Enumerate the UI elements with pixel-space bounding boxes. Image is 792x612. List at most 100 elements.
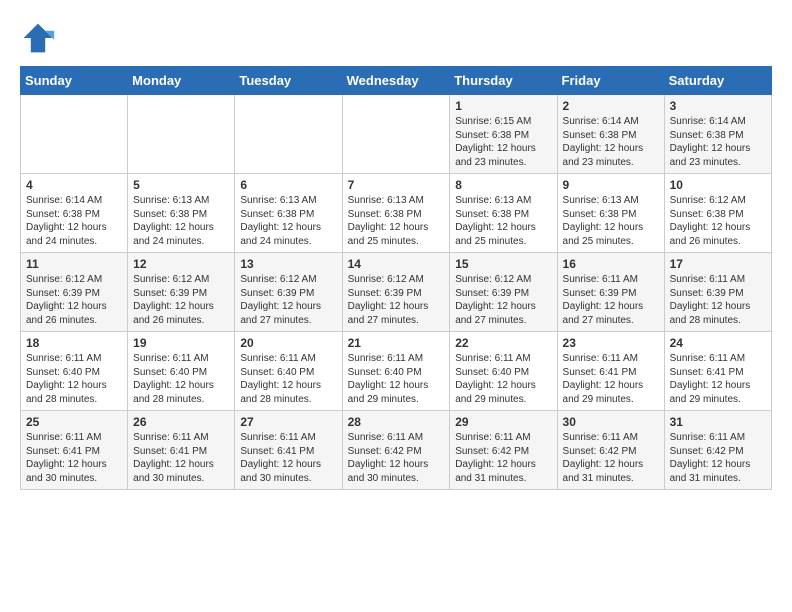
day-info: Sunrise: 6:12 AM Sunset: 6:39 PM Dayligh… bbox=[133, 273, 229, 327]
day-number: 7 bbox=[348, 178, 445, 192]
calendar-cell: 18 Sunrise: 6:11 AM Sunset: 6:40 PM Dayli… bbox=[21, 332, 128, 411]
day-info: Sunrise: 6:11 AM Sunset: 6:40 PM Dayligh… bbox=[348, 352, 445, 406]
day-number: 12 bbox=[133, 257, 229, 271]
calendar-cell: 5 Sunrise: 6:13 AM Sunset: 6:38 PM Daylig… bbox=[128, 174, 235, 253]
calendar-week-row: 1 Sunrise: 6:15 AM Sunset: 6:38 PM Daylig… bbox=[21, 95, 772, 174]
calendar-cell: 7 Sunrise: 6:13 AM Sunset: 6:38 PM Daylig… bbox=[342, 174, 450, 253]
calendar-table: SundayMondayTuesdayWednesdayThursdayFrid… bbox=[20, 66, 772, 490]
day-number: 25 bbox=[26, 415, 122, 429]
calendar-cell: 1 Sunrise: 6:15 AM Sunset: 6:38 PM Daylig… bbox=[450, 95, 557, 174]
calendar-cell: 25Sunrise: 6:11 AM Sunset: 6:41 PM Dayli… bbox=[21, 411, 128, 490]
day-number: 4 bbox=[26, 178, 122, 192]
calendar-cell: 13 Sunrise: 6:12 AM Sunset: 6:39 PM Dayli… bbox=[235, 253, 342, 332]
calendar-cell: 21 Sunrise: 6:11 AM Sunset: 6:40 PM Dayli… bbox=[342, 332, 450, 411]
calendar-cell: 19 Sunrise: 6:11 AM Sunset: 6:40 PM Dayli… bbox=[128, 332, 235, 411]
day-info: Sunrise: 6:15 AM Sunset: 6:38 PM Dayligh… bbox=[455, 115, 551, 169]
day-info: Sunrise: 6:12 AM Sunset: 6:39 PM Dayligh… bbox=[26, 273, 122, 327]
day-number: 17 bbox=[670, 257, 766, 271]
day-info: Sunrise: 6:11 AM Sunset: 6:40 PM Dayligh… bbox=[26, 352, 122, 406]
calendar-cell: 12 Sunrise: 6:12 AM Sunset: 6:39 PM Dayli… bbox=[128, 253, 235, 332]
day-info: Sunrise: 6:11 AM Sunset: 6:40 PM Dayligh… bbox=[455, 352, 551, 406]
day-info: Sunrise: 6:13 AM Sunset: 6:38 PM Dayligh… bbox=[563, 194, 659, 248]
day-info: Sunrise: 6:13 AM Sunset: 6:38 PM Dayligh… bbox=[133, 194, 229, 248]
calendar-cell: 28Sunrise: 6:11 AM Sunset: 6:42 PM Dayli… bbox=[342, 411, 450, 490]
day-info: Sunrise: 6:11 AM Sunset: 6:40 PM Dayligh… bbox=[133, 352, 229, 406]
calendar-cell: 27 Sunrise: 6:11 AM Sunset: 6:41 PM Dayli… bbox=[235, 411, 342, 490]
day-info: Sunrise: 6:11 AM Sunset: 6:42 PM Dayligh… bbox=[563, 431, 659, 485]
calendar-week-row: 25 Sunrise: 6:11 AM Sunset: 6:41 PM Dayli… bbox=[21, 411, 772, 490]
day-info: Sunrise: 6:13 AM Sunset: 6:38 PM Dayligh… bbox=[348, 194, 445, 248]
calendar-cell: 3 Sunrise: 6:14 AM Sunset: 6:38 PM Daylig… bbox=[664, 95, 771, 174]
day-info: Sunrise: 6:12 AM Sunset: 6:38 PM Dayligh… bbox=[670, 194, 766, 248]
calendar-cell: 15 Sunrise: 6:12 AM Sunset: 6:39 PM Dayli… bbox=[450, 253, 557, 332]
day-number: 13 bbox=[240, 257, 336, 271]
day-number: 26 bbox=[133, 415, 229, 429]
day-info: Sunrise: 6:14 AM Sunset: 6:38 PM Dayligh… bbox=[563, 115, 659, 169]
day-number: 23 bbox=[563, 336, 659, 350]
calendar-cell bbox=[128, 95, 235, 174]
day-header-tuesday: Tuesday bbox=[235, 67, 342, 95]
day-number: 21 bbox=[348, 336, 445, 350]
day-info: Sunrise: 6:11 AM Sunset: 6:41 PM Dayligh… bbox=[133, 431, 229, 485]
page-header bbox=[20, 20, 772, 56]
calendar-cell: 9 Sunrise: 6:13 AM Sunset: 6:38 PM Daylig… bbox=[557, 174, 664, 253]
logo bbox=[20, 20, 60, 56]
calendar-cell: 24 Sunrise: 6:11 AM Sunset: 6:41 PM Dayli… bbox=[664, 332, 771, 411]
calendar-cell: 10 Sunrise: 6:12 AM Sunset: 6:38 PM Dayli… bbox=[664, 174, 771, 253]
calendar-cell: 20Sunrise: 6:11 AM Sunset: 6:40 PM Dayli… bbox=[235, 332, 342, 411]
day-number: 16 bbox=[563, 257, 659, 271]
day-header-friday: Friday bbox=[557, 67, 664, 95]
calendar-cell bbox=[342, 95, 450, 174]
day-info: Sunrise: 6:11 AM Sunset: 6:41 PM Dayligh… bbox=[670, 352, 766, 406]
day-number: 6 bbox=[240, 178, 336, 192]
day-number: 30 bbox=[563, 415, 659, 429]
calendar-week-row: 11 Sunrise: 6:12 AM Sunset: 6:39 PM Dayli… bbox=[21, 253, 772, 332]
calendar-cell bbox=[21, 95, 128, 174]
day-number: 5 bbox=[133, 178, 229, 192]
calendar-cell: 11 Sunrise: 6:12 AM Sunset: 6:39 PM Dayli… bbox=[21, 253, 128, 332]
calendar-header-row: SundayMondayTuesdayWednesdayThursdayFrid… bbox=[21, 67, 772, 95]
logo-icon bbox=[20, 20, 56, 56]
day-number: 24 bbox=[670, 336, 766, 350]
day-info: Sunrise: 6:14 AM Sunset: 6:38 PM Dayligh… bbox=[26, 194, 122, 248]
day-number: 15 bbox=[455, 257, 551, 271]
calendar-cell: 23 Sunrise: 6:11 AM Sunset: 6:41 PM Dayli… bbox=[557, 332, 664, 411]
calendar-week-row: 4 Sunrise: 6:14 AM Sunset: 6:38 PM Daylig… bbox=[21, 174, 772, 253]
day-info: Sunrise: 6:11 AM Sunset: 6:41 PM Dayligh… bbox=[563, 352, 659, 406]
day-info: Sunrise: 6:12 AM Sunset: 6:39 PM Dayligh… bbox=[455, 273, 551, 327]
day-info: Sunrise: 6:11 AM Sunset: 6:40 PM Dayligh… bbox=[240, 352, 336, 406]
calendar-week-row: 18 Sunrise: 6:11 AM Sunset: 6:40 PM Dayli… bbox=[21, 332, 772, 411]
calendar-cell: 29Sunrise: 6:11 AM Sunset: 6:42 PM Dayli… bbox=[450, 411, 557, 490]
day-number: 27 bbox=[240, 415, 336, 429]
day-info: Sunrise: 6:11 AM Sunset: 6:41 PM Dayligh… bbox=[240, 431, 336, 485]
day-number: 10 bbox=[670, 178, 766, 192]
day-number: 29 bbox=[455, 415, 551, 429]
calendar-cell: 2Sunrise: 6:14 AM Sunset: 6:38 PM Daylig… bbox=[557, 95, 664, 174]
day-info: Sunrise: 6:13 AM Sunset: 6:38 PM Dayligh… bbox=[455, 194, 551, 248]
day-info: Sunrise: 6:11 AM Sunset: 6:39 PM Dayligh… bbox=[670, 273, 766, 327]
day-number: 9 bbox=[563, 178, 659, 192]
day-number: 11 bbox=[26, 257, 122, 271]
day-header-saturday: Saturday bbox=[664, 67, 771, 95]
day-number: 8 bbox=[455, 178, 551, 192]
day-header-monday: Monday bbox=[128, 67, 235, 95]
day-number: 1 bbox=[455, 99, 551, 113]
day-header-sunday: Sunday bbox=[21, 67, 128, 95]
day-number: 19 bbox=[133, 336, 229, 350]
calendar-cell: 31Sunrise: 6:11 AM Sunset: 6:42 PM Dayli… bbox=[664, 411, 771, 490]
day-number: 22 bbox=[455, 336, 551, 350]
calendar-cell: 30 Sunrise: 6:11 AM Sunset: 6:42 PM Dayli… bbox=[557, 411, 664, 490]
day-info: Sunrise: 6:11 AM Sunset: 6:42 PM Dayligh… bbox=[670, 431, 766, 485]
day-number: 3 bbox=[670, 99, 766, 113]
day-info: Sunrise: 6:11 AM Sunset: 6:42 PM Dayligh… bbox=[348, 431, 445, 485]
day-info: Sunrise: 6:11 AM Sunset: 6:39 PM Dayligh… bbox=[563, 273, 659, 327]
calendar-cell: 26 Sunrise: 6:11 AM Sunset: 6:41 PM Dayli… bbox=[128, 411, 235, 490]
day-number: 18 bbox=[26, 336, 122, 350]
calendar-cell: 17 Sunrise: 6:11 AM Sunset: 6:39 PM Dayli… bbox=[664, 253, 771, 332]
day-info: Sunrise: 6:12 AM Sunset: 6:39 PM Dayligh… bbox=[240, 273, 336, 327]
day-info: Sunrise: 6:12 AM Sunset: 6:39 PM Dayligh… bbox=[348, 273, 445, 327]
day-info: Sunrise: 6:13 AM Sunset: 6:38 PM Dayligh… bbox=[240, 194, 336, 248]
calendar-cell: 22 Sunrise: 6:11 AM Sunset: 6:40 PM Dayli… bbox=[450, 332, 557, 411]
day-info: Sunrise: 6:14 AM Sunset: 6:38 PM Dayligh… bbox=[670, 115, 766, 169]
day-header-wednesday: Wednesday bbox=[342, 67, 450, 95]
